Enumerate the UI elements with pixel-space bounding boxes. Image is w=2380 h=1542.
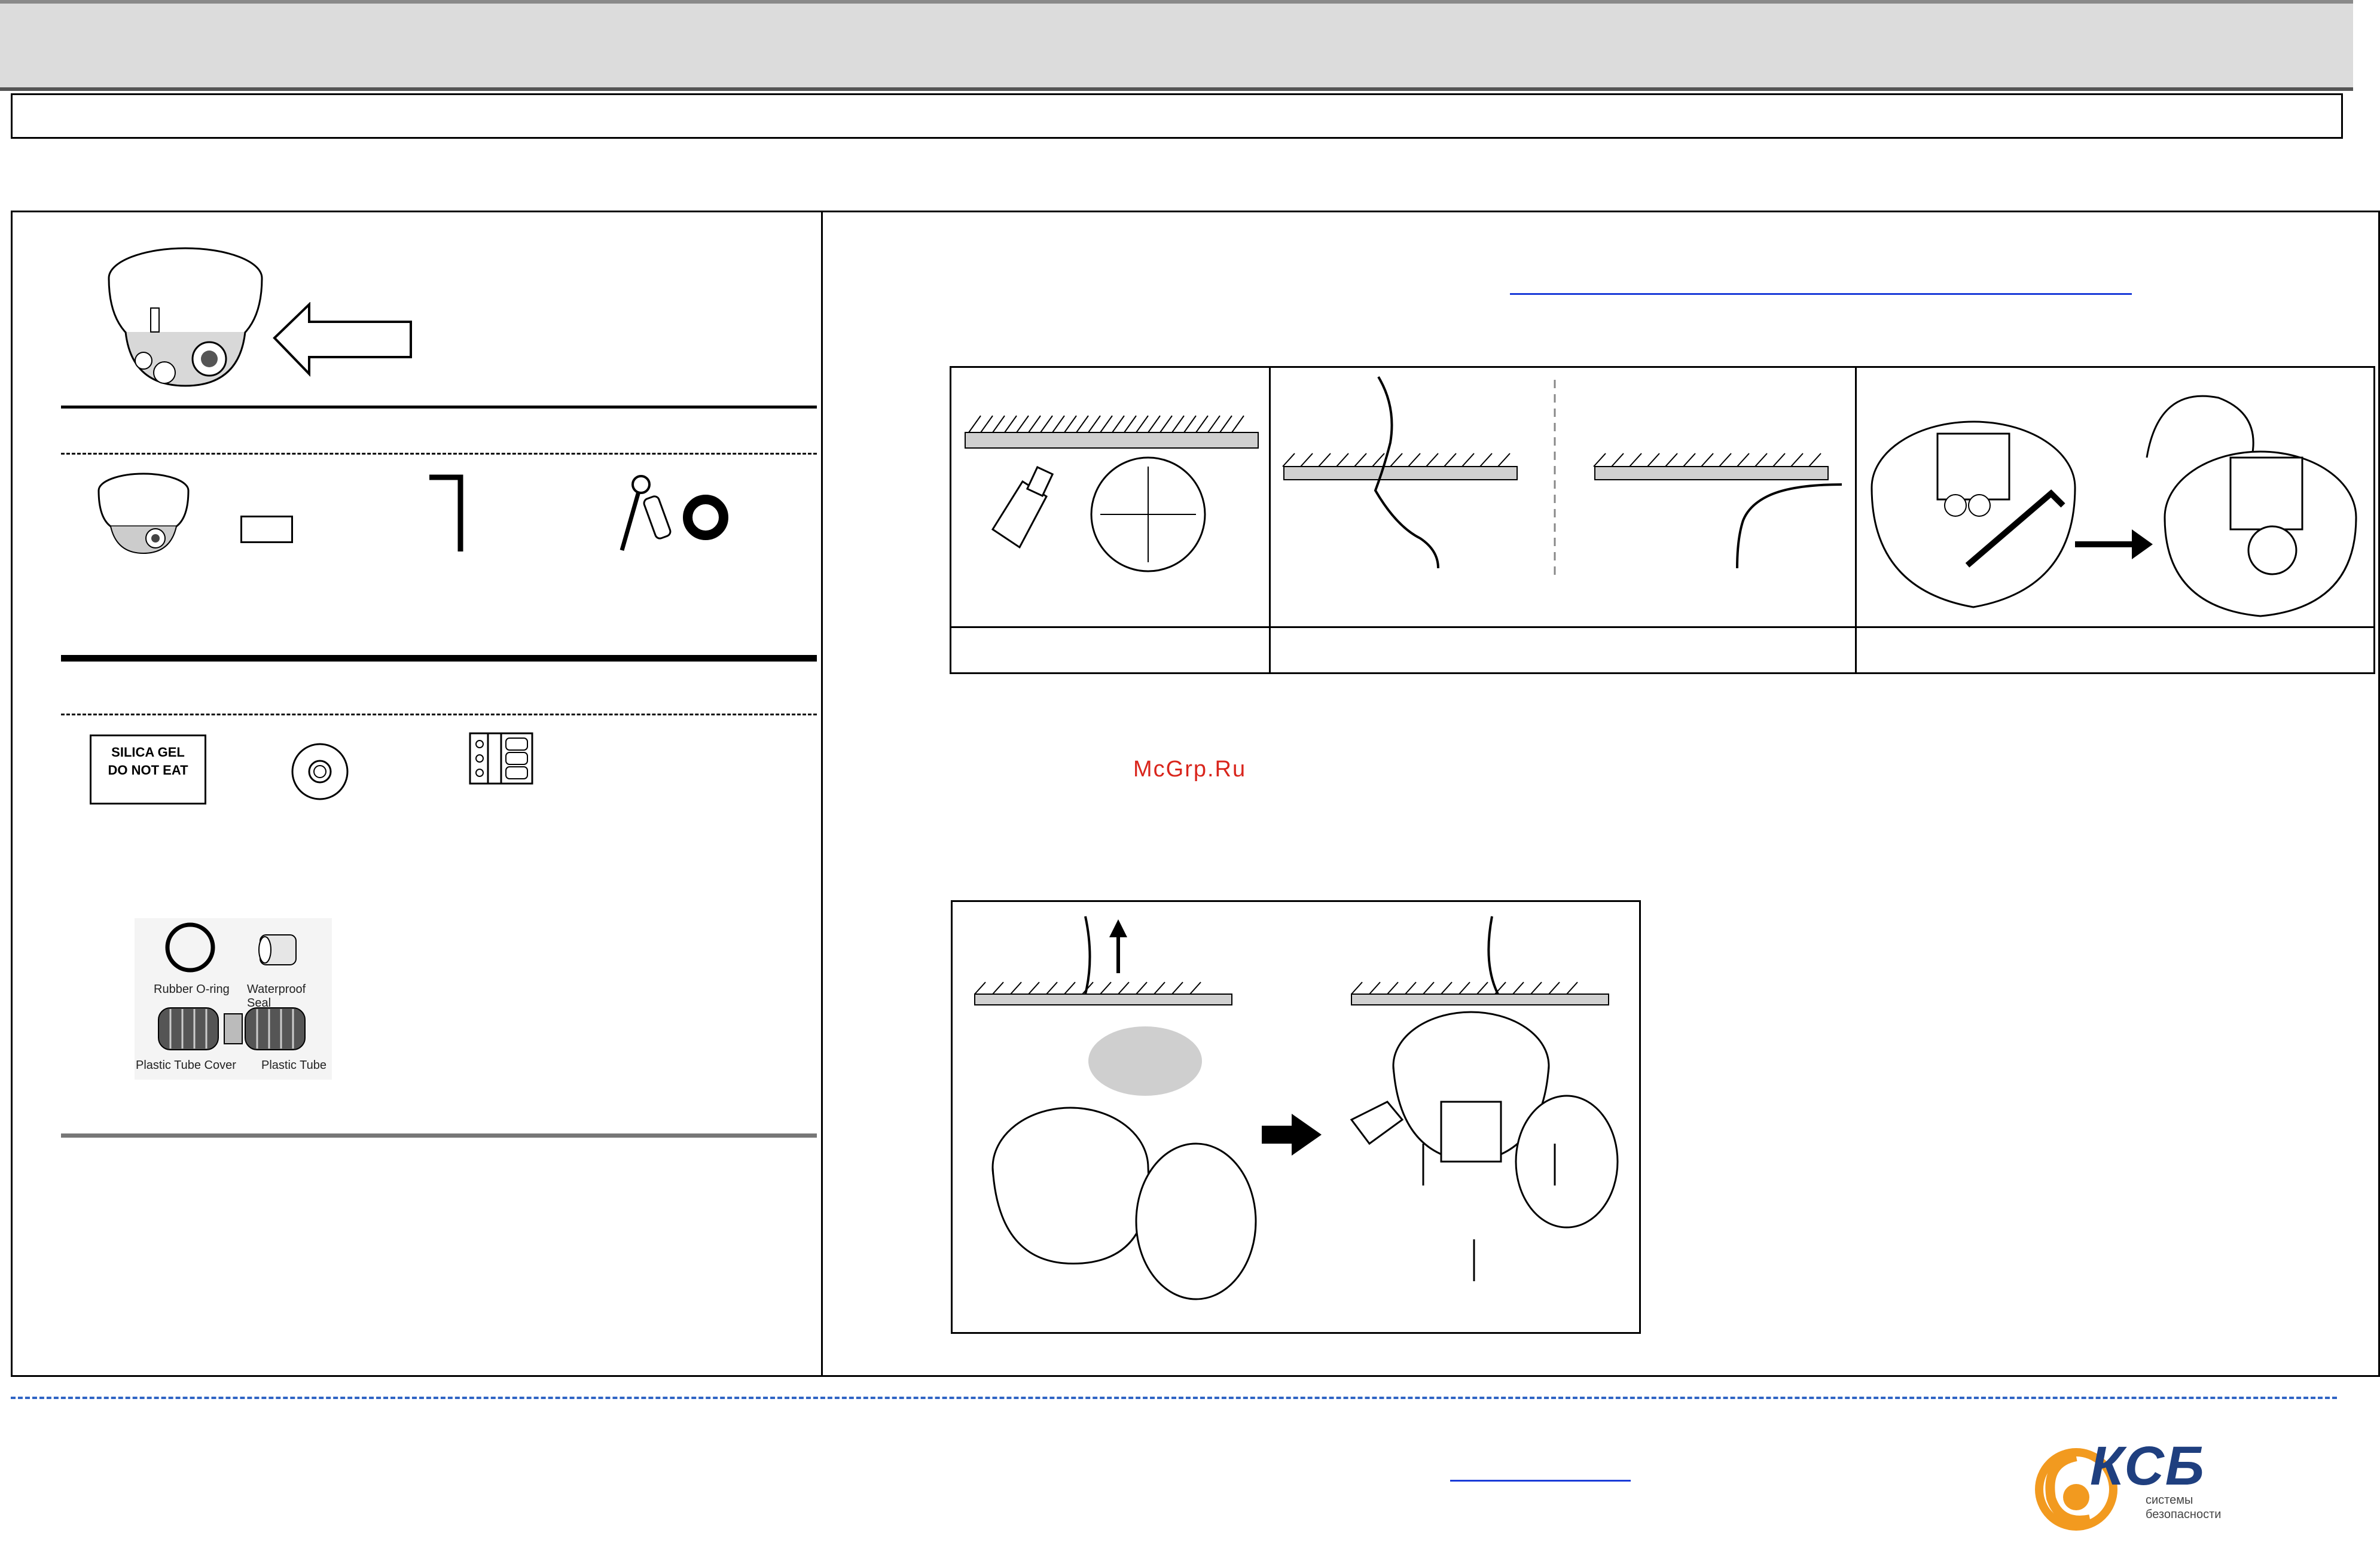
- cable-routing-illustration: [1282, 376, 1842, 577]
- rubber-oring-icon: [165, 922, 215, 973]
- section-title-bar: [11, 93, 2343, 139]
- company-logo: КСБ системы безопасности: [2033, 1436, 2260, 1534]
- steps-table-col-rule-2: [1855, 366, 1857, 674]
- hyperlink-underline[interactable]: [1510, 293, 2132, 295]
- plastic-tube-label: Plastic Tube: [261, 1059, 327, 1072]
- rubber-oring-label: Rubber O-ring: [154, 983, 230, 996]
- plastic-tube-cover-label: Plastic Tube Cover: [136, 1059, 236, 1072]
- steps-table-col-rule-1: [1269, 366, 1271, 674]
- section-dashed-rule-2: [61, 714, 817, 715]
- plastic-tube-icon: [158, 1007, 306, 1050]
- mount-camera-illustration: [974, 916, 1619, 1300]
- drill-holes-illustration: [965, 415, 1259, 572]
- section-dashed-rule-1: [61, 453, 817, 455]
- open-dome-illustration: [1871, 395, 2357, 617]
- mounting-template-icon: [240, 516, 293, 543]
- waterproof-kit-panel: Rubber O-ring Waterproof Seal Plastic Tu…: [135, 918, 332, 1080]
- section-rule-thick: [61, 655, 817, 662]
- washer-icon: [291, 743, 349, 800]
- silica-gel-pack: SILICA GEL DO NOT EAT: [90, 735, 206, 804]
- column-divider: [821, 211, 823, 1377]
- page-header-band: [0, 0, 2353, 91]
- watermark: McGrp.Ru: [1133, 757, 1247, 782]
- steps-table-caption-row-rule: [950, 626, 2375, 628]
- silica-label-line2: DO NOT EAT: [108, 763, 188, 778]
- waterproof-seal-icon: [258, 934, 297, 965]
- screw-and-anchor-icon: [620, 475, 728, 551]
- section-rule-1: [61, 406, 817, 409]
- small-dome-camera-icon: [97, 473, 190, 554]
- hex-key-icon: [429, 474, 463, 551]
- terminal-block-icon: [469, 732, 533, 785]
- logo-brand: КСБ: [2090, 1436, 2205, 1497]
- logo-tagline-line2: безопасности: [2146, 1508, 2222, 1521]
- silica-label-line1: SILICA GEL: [111, 745, 185, 760]
- arrow-left-icon: [273, 302, 412, 377]
- footer-divider: [11, 1397, 2337, 1399]
- section-rule-bottom: [61, 1133, 817, 1138]
- logo-tagline-line1: системы: [2146, 1494, 2193, 1507]
- footer-hyperlink-underline[interactable]: [1450, 1480, 1631, 1482]
